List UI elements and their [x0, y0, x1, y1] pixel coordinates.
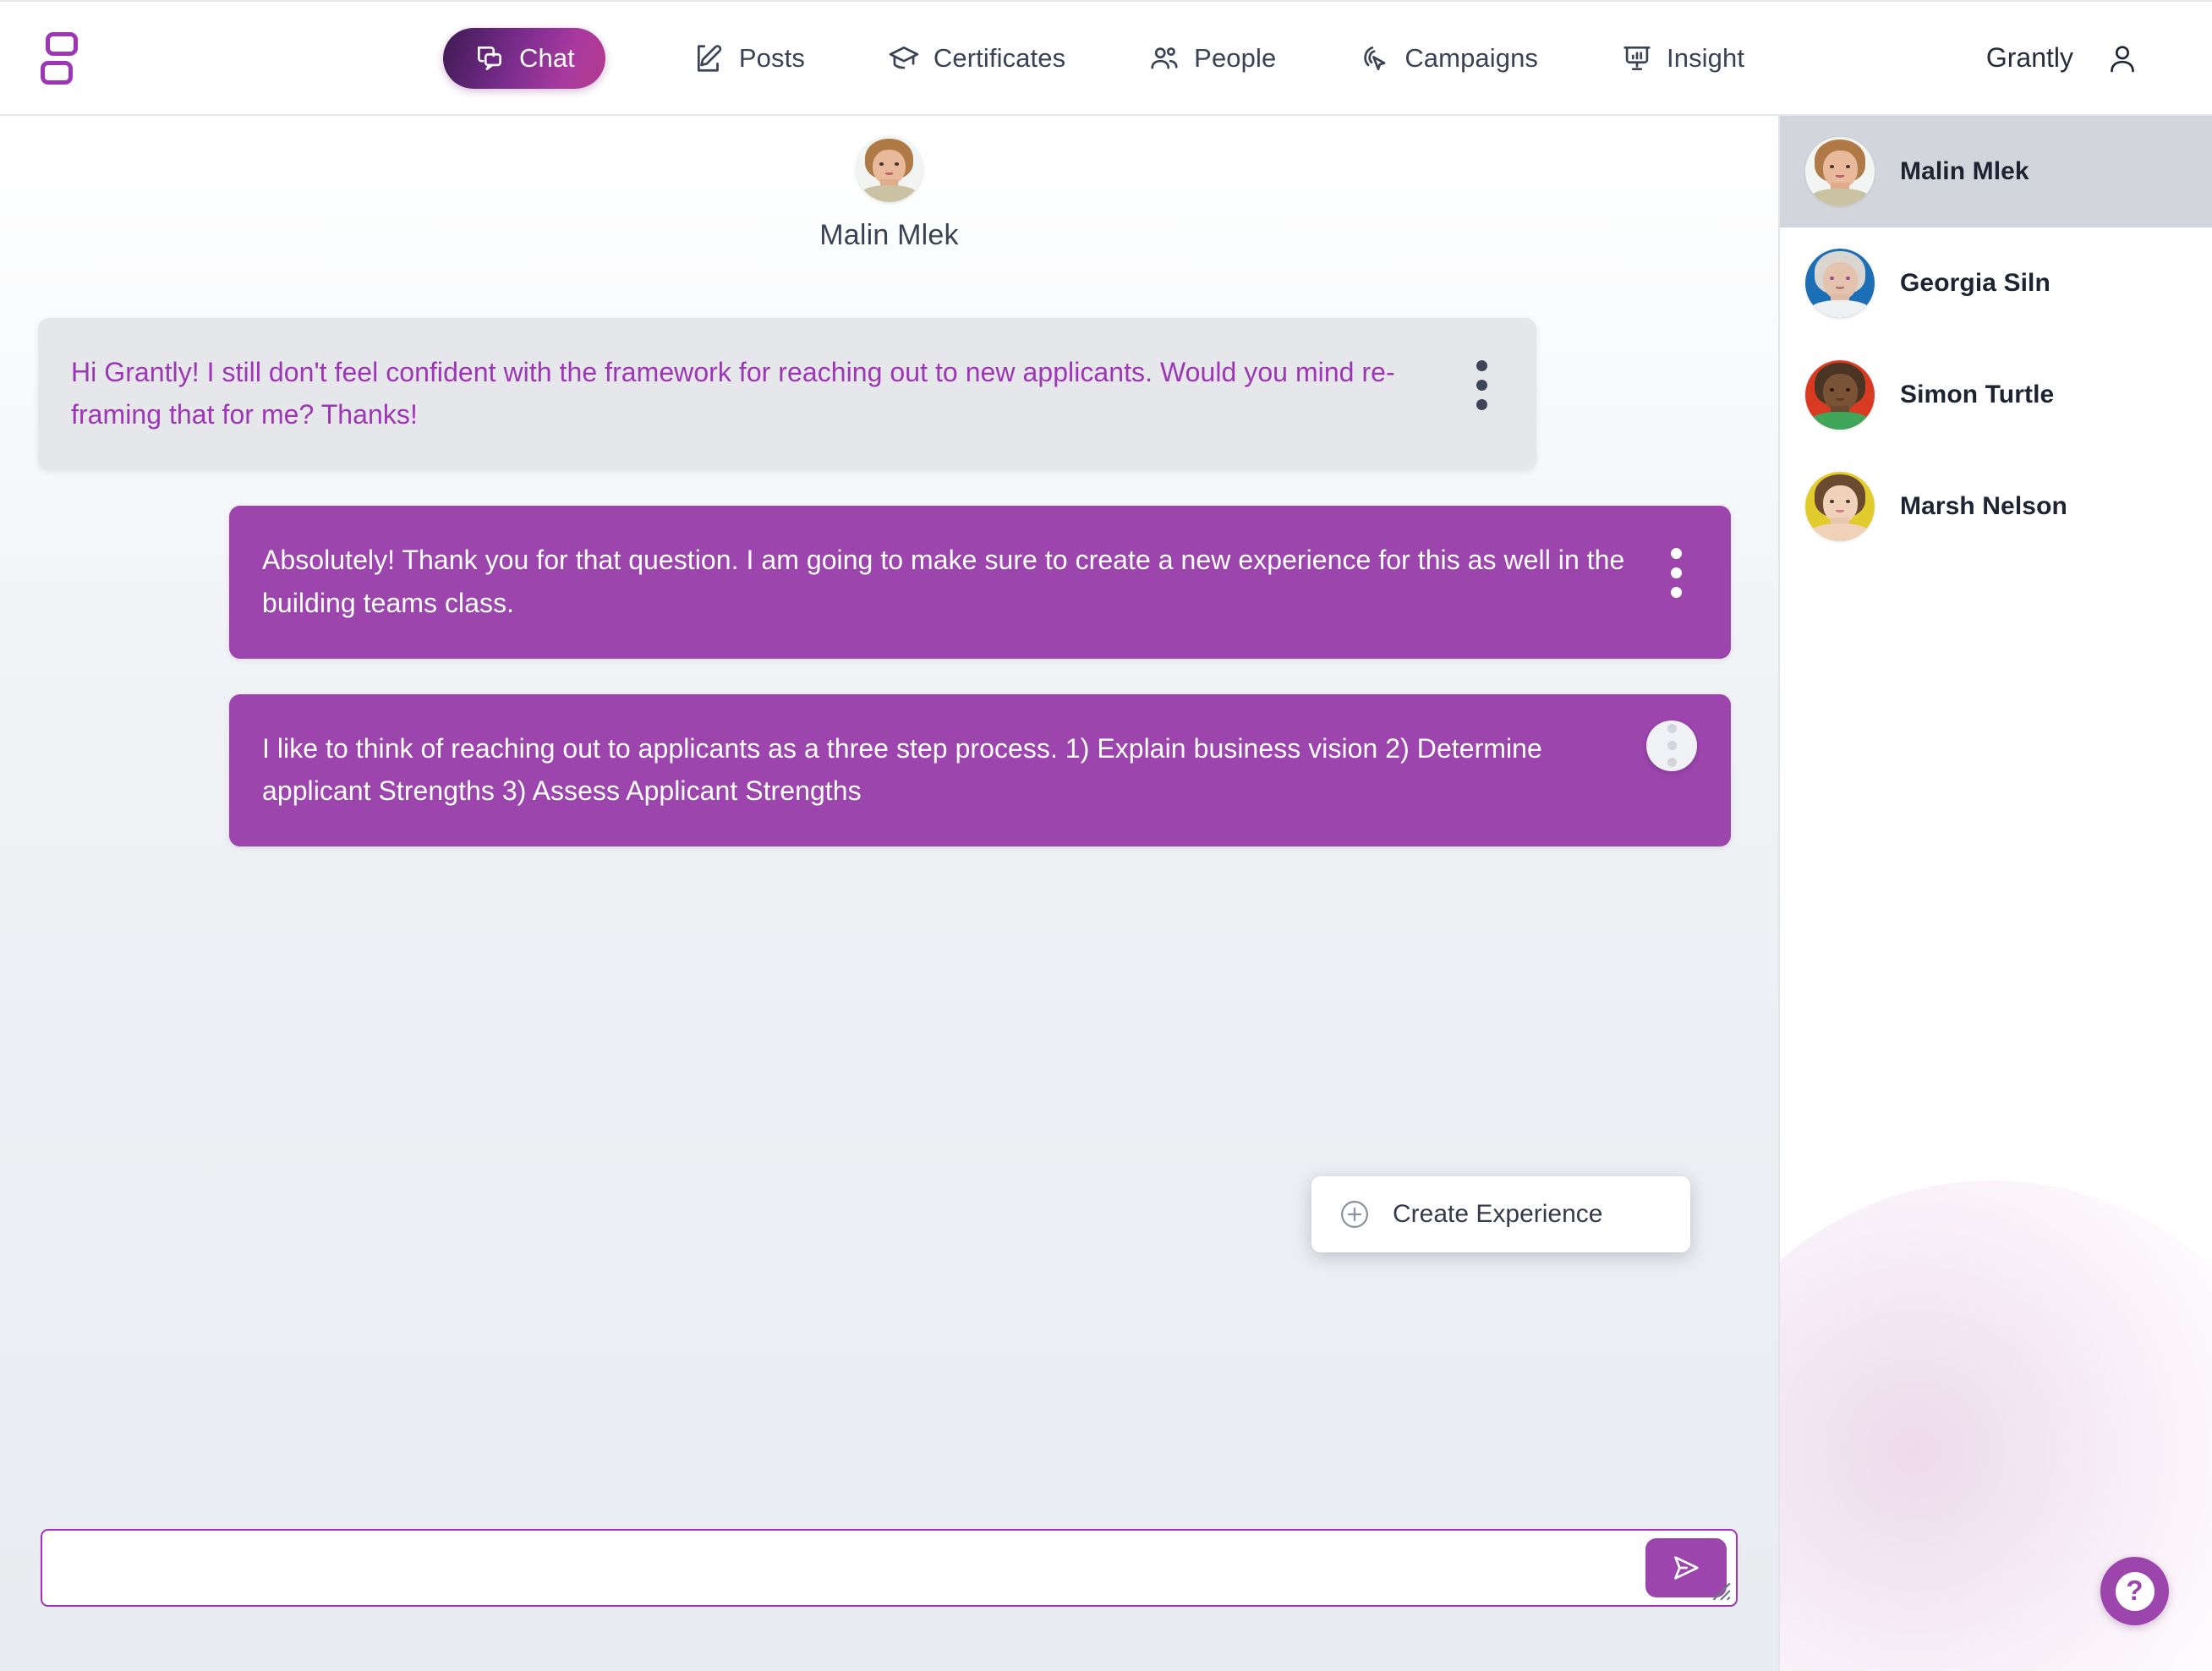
- nav-label-chat: Chat: [519, 43, 575, 73]
- nav-label-campaigns: Campaigns: [1404, 43, 1539, 73]
- avatar: [1805, 472, 1875, 541]
- current-user-name: Grantly: [1985, 42, 2073, 73]
- contact-name: Georgia Siln: [1900, 269, 2050, 297]
- nav-label-insight: Insight: [1667, 43, 1745, 73]
- context-menu[interactable]: Create Experience: [1311, 1176, 1690, 1252]
- message-input[interactable]: [42, 1531, 1645, 1605]
- send-paper-plane-icon: [1674, 1556, 1699, 1580]
- marsh-avatar: [1805, 472, 1875, 541]
- graduation-cap-icon: [888, 42, 920, 74]
- avatar: [1805, 137, 1875, 206]
- edit-pencil-icon: [693, 42, 725, 74]
- contacts-sidebar: Malin Mlek Georgia Siln Simon Turtle Mar…: [1778, 116, 2212, 1671]
- simon-avatar: [1805, 360, 1875, 430]
- nav-item-certificates[interactable]: Certificates: [862, 28, 1091, 89]
- main-nav: Chat Posts Certificates People Campaigns…: [443, 27, 1770, 89]
- message-text: Hi Grantly! I still don't feel confident…: [71, 357, 1395, 430]
- malin-avatar: [856, 136, 923, 202]
- topbar-user-area: Grantly: [1986, 41, 2212, 75]
- table-row[interactable]: Absolutely! Thank you for that question.…: [229, 506, 1731, 659]
- chat-header: Malin Mlek: [0, 116, 1778, 252]
- nav-item-chat[interactable]: Chat: [443, 27, 605, 89]
- top-navigation-bar: Chat Posts Certificates People Campaigns…: [0, 0, 2212, 116]
- nav-label-certificates: Certificates: [933, 43, 1066, 73]
- nav-label-people: People: [1194, 43, 1277, 73]
- logo-square-bottom: [41, 60, 73, 85]
- list-item[interactable]: Simon Turtle: [1780, 339, 2212, 451]
- app-root: Chat Posts Certificates People Campaigns…: [0, 0, 2212, 1671]
- nav-label-posts: Posts: [738, 43, 805, 73]
- app-logo[interactable]: [0, 31, 127, 85]
- kebab-menu-icon[interactable]: [1670, 548, 1682, 599]
- logo-square-top: [46, 31, 78, 56]
- cursor-signal-icon: [1359, 42, 1391, 74]
- chat-panel: Malin Mlek Hi Grantly! I still don't fee…: [0, 116, 1778, 1671]
- contact-name: Malin Mlek: [1900, 157, 2029, 185]
- avatar: [1805, 360, 1875, 430]
- help-button[interactable]: ?: [2100, 1557, 2169, 1625]
- contact-name: Simon Turtle: [1900, 381, 2055, 408]
- chat-bubbles-icon: [474, 42, 506, 74]
- bar-chart-board-icon: [1621, 42, 1653, 74]
- nav-item-insight[interactable]: Insight: [1596, 28, 1770, 89]
- contact-name: Marsh Nelson: [1900, 492, 2067, 520]
- nav-item-campaigns[interactable]: Campaigns: [1333, 28, 1563, 89]
- grantly-logo-icon: [41, 31, 81, 85]
- message-text: I like to think of reaching out to appli…: [262, 732, 1542, 807]
- malin-avatar: [1805, 137, 1875, 206]
- message-composer: [0, 1529, 1778, 1671]
- context-menu-item-create-experience: Create Experience: [1393, 1200, 1603, 1228]
- list-item[interactable]: Malin Mlek: [1780, 116, 2212, 227]
- table-row[interactable]: Hi Grantly! I still don't feel confident…: [38, 318, 1536, 471]
- person-icon[interactable]: [2105, 41, 2139, 75]
- send-button[interactable]: [1645, 1538, 1727, 1597]
- list-item[interactable]: Georgia Siln: [1780, 227, 2212, 339]
- chat-header-name: Malin Mlek: [819, 219, 959, 251]
- georgia-avatar: [1805, 249, 1875, 318]
- nav-item-people[interactable]: People: [1123, 28, 1301, 89]
- avatar: [1805, 249, 1875, 318]
- people-group-icon: [1148, 42, 1180, 74]
- kebab-menu-icon[interactable]: [1646, 720, 1697, 771]
- composer-box[interactable]: [41, 1529, 1738, 1607]
- plus-circle-icon: [1339, 1198, 1371, 1230]
- table-row[interactable]: I like to think of reaching out to appli…: [229, 693, 1731, 847]
- nav-item-posts[interactable]: Posts: [668, 28, 830, 89]
- list-item[interactable]: Marsh Nelson: [1780, 451, 2212, 562]
- main-body: Malin Mlek Hi Grantly! I still don't fee…: [0, 116, 2212, 1671]
- chat-header-avatar: [856, 136, 923, 202]
- message-list: Hi Grantly! I still don't feel confident…: [0, 252, 1778, 1529]
- question-mark-icon: ?: [2115, 1571, 2155, 1611]
- kebab-menu-icon[interactable]: [1476, 360, 1487, 410]
- message-text: Absolutely! Thank you for that question.…: [262, 545, 1625, 618]
